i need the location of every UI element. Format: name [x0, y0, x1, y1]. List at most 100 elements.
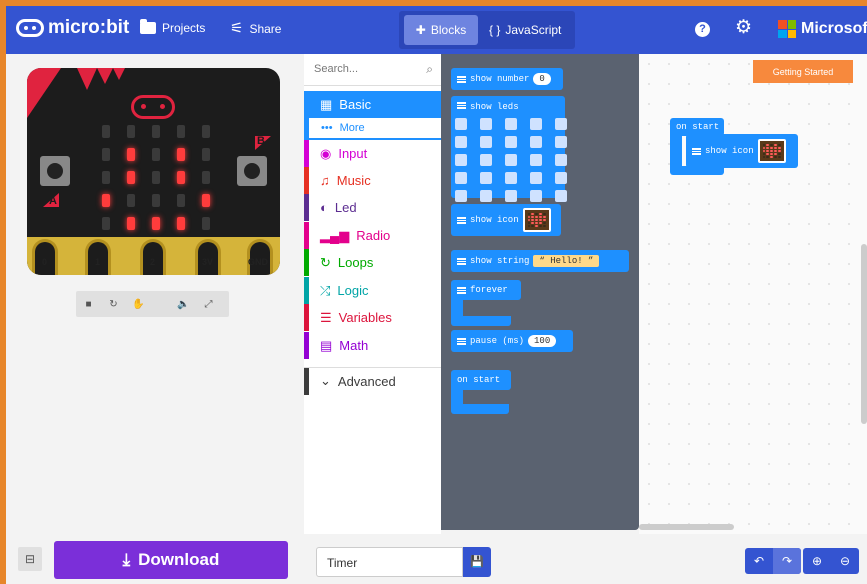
block-show-string[interactable]: show string “ Hello! ” — [451, 250, 629, 272]
led-2-4 — [152, 217, 160, 230]
led-toggle-cell[interactable] — [530, 118, 542, 130]
led-toggle-cell[interactable] — [480, 172, 492, 184]
string-input[interactable]: “ Hello! ” — [533, 255, 600, 267]
redo-icon[interactable]: ↷ — [773, 548, 801, 574]
led-toggle-cell[interactable] — [455, 154, 467, 166]
block-label: on start — [676, 122, 720, 132]
led-toggle-cell[interactable] — [555, 136, 567, 148]
number-input[interactable]: 0 — [533, 73, 551, 85]
category-advanced[interactable]: ⌄ Advanced — [304, 367, 441, 395]
block-show-icon[interactable]: show icon — [451, 204, 561, 236]
stop-icon[interactable]: ■ — [76, 299, 101, 310]
category-basic[interactable]: ▦ Basic — [304, 91, 441, 118]
category-led[interactable]: ◐ Led — [304, 194, 441, 221]
led-toggle-cell[interactable] — [530, 190, 542, 202]
icon-pixel — [770, 156, 773, 158]
led-toggle-cell[interactable] — [505, 154, 517, 166]
blocks-mode-button[interactable]: ✚ Blocks — [404, 15, 478, 45]
category-radio[interactable]: ▂▄▆ Radio — [304, 222, 441, 249]
fullscreen-icon[interactable]: ⤢ — [196, 299, 221, 310]
icon-pixel — [539, 219, 542, 221]
pin-label: 3V — [202, 257, 214, 267]
mute-icon[interactable]: 🔈 — [171, 299, 196, 310]
block-pause[interactable]: pause (ms) 100 — [451, 330, 573, 352]
led-toggle-cell[interactable] — [455, 190, 467, 202]
workspace-show-icon-block[interactable]: show icon — [686, 134, 798, 168]
projects-label: Projects — [162, 21, 206, 35]
on-start-block-arm — [670, 136, 682, 168]
category-variables[interactable]: ☰ Variables — [304, 304, 441, 331]
number-input[interactable]: 100 — [528, 335, 557, 347]
block-grid-icon — [457, 337, 466, 345]
category-more[interactable]: ••• More — [304, 118, 441, 140]
block-forever[interactable]: forever — [451, 280, 521, 300]
led-toggle-cell[interactable] — [505, 190, 517, 202]
category-logic[interactable]: ⤮ Logic — [304, 277, 441, 304]
led-1-2 — [127, 171, 135, 184]
category-math[interactable]: ▤ Math — [304, 332, 441, 359]
led-toggle-cell[interactable] — [480, 154, 492, 166]
simulator-panel: A B 0 1 2 3V GND ■ ↻ ✋ 🔈 ⤢ — [6, 54, 304, 534]
category-loops[interactable]: ↻ Loops — [304, 249, 441, 276]
loop-icon: ↻ — [320, 254, 331, 270]
restart-icon[interactable]: ↻ — [101, 299, 126, 310]
undo-icon[interactable]: ↶ — [745, 548, 773, 574]
led-toggle-cell[interactable] — [530, 154, 542, 166]
download-button[interactable]: ⤓ Download — [54, 541, 288, 579]
forever-block-arm — [451, 316, 511, 326]
led-2-1 — [152, 148, 160, 161]
help-icon[interactable]: ? — [695, 22, 710, 37]
share-button[interactable]: ⚟ Share — [230, 21, 281, 36]
collapse-simulator-icon[interactable]: ⊟ — [18, 547, 42, 571]
block-show-number[interactable]: show number 0 — [451, 68, 563, 90]
led-toggle-cell[interactable] — [555, 154, 567, 166]
javascript-mode-button[interactable]: { } JavaScript — [489, 15, 561, 45]
led-toggle-cell[interactable] — [530, 136, 542, 148]
button-a[interactable] — [40, 156, 70, 186]
led-toggle-cell[interactable] — [530, 172, 542, 184]
zoom-out-icon[interactable]: ⊖ — [831, 548, 859, 574]
vertical-scrollbar[interactable] — [861, 244, 867, 424]
led-4-3 — [202, 194, 210, 207]
block-label: show icon — [470, 215, 519, 225]
slow-motion-icon[interactable]: ✋ — [126, 299, 151, 310]
led-toggle-cell[interactable] — [555, 118, 567, 130]
on-start-block-arm — [451, 404, 509, 414]
microsoft-brand[interactable]: Microsoft — [778, 20, 867, 38]
led-toggle-cell[interactable] — [480, 190, 492, 202]
led-toggle-cell[interactable] — [455, 172, 467, 184]
led-toggle-cell[interactable] — [480, 118, 492, 130]
icon-picker[interactable] — [757, 139, 786, 163]
led-toggle-cell[interactable] — [480, 136, 492, 148]
icon-pixel — [539, 216, 542, 218]
category-input[interactable]: ◉ Input — [304, 140, 441, 167]
led-toggle-cell[interactable] — [555, 172, 567, 184]
led-toggle-cell[interactable] — [555, 190, 567, 202]
microbit-logo[interactable]: micro:bit — [16, 17, 129, 39]
getting-started-button[interactable]: Getting Started — [753, 60, 853, 83]
icon-pixel — [527, 219, 531, 221]
projects-button[interactable]: Projects — [140, 19, 206, 35]
zoom-in-icon[interactable]: ⊕ — [803, 548, 831, 574]
led-toggle-cell[interactable] — [505, 136, 517, 148]
horizontal-scrollbar[interactable] — [639, 524, 734, 530]
led-toggle-cell[interactable] — [455, 136, 467, 148]
gear-icon[interactable]: ⚙ — [735, 18, 752, 37]
led-2-3 — [152, 194, 160, 207]
save-icon[interactable]: 💾 — [463, 547, 491, 577]
category-label: Music — [336, 173, 371, 188]
blocks-workspace[interactable]: Getting Started on start show icon — [639, 54, 867, 534]
led-toggle-cell[interactable] — [505, 118, 517, 130]
button-b[interactable] — [237, 156, 267, 186]
led-toggle-cell[interactable] — [505, 172, 517, 184]
corner-decoration — [97, 68, 113, 84]
led-toggle-cell[interactable] — [455, 118, 467, 130]
led-0-1 — [102, 148, 110, 161]
project-name-input[interactable]: Timer — [316, 547, 463, 577]
icon-picker[interactable] — [522, 208, 551, 232]
search-input[interactable]: Search... ⌕ — [304, 54, 441, 86]
category-music[interactable]: ♫ Music — [304, 167, 441, 194]
editor-mode-toggle: ✚ Blocks { } JavaScript — [399, 11, 575, 49]
block-on-start[interactable]: on start — [451, 370, 511, 390]
led-editor-grid[interactable] — [455, 118, 567, 202]
